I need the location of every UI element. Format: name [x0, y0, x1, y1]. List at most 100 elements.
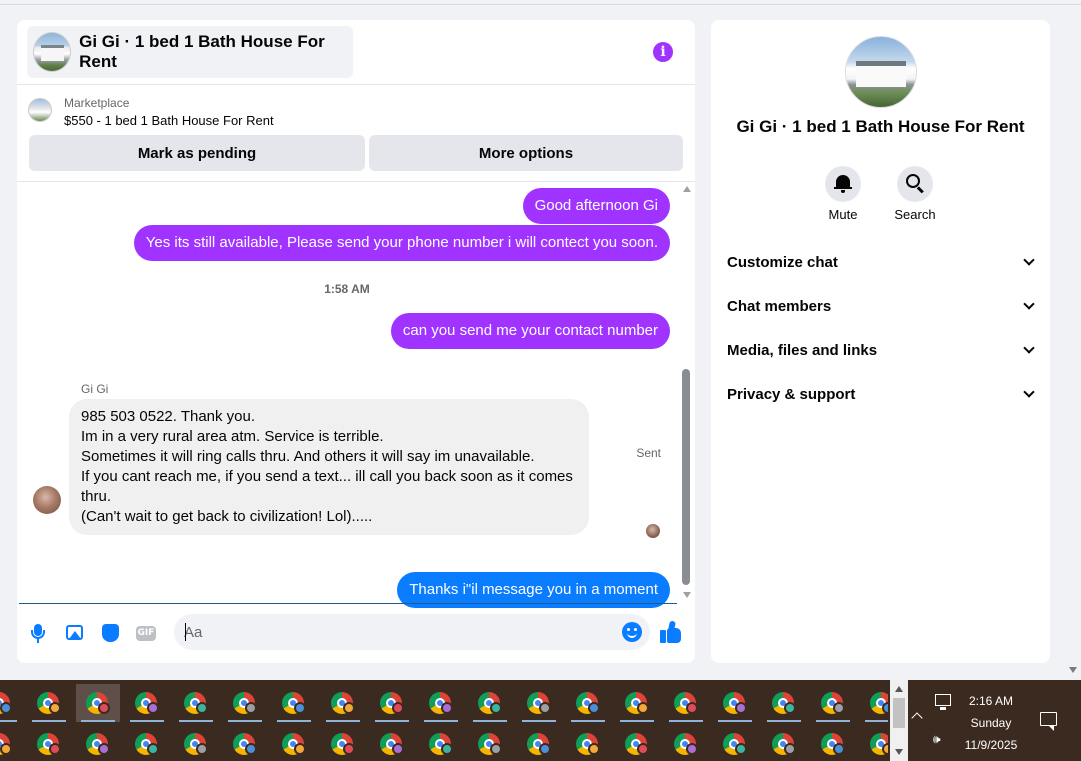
profile-badge-icon: [490, 702, 502, 714]
show-hidden-icons-icon[interactable]: [911, 712, 923, 724]
taskbar-app-button[interactable]: [664, 684, 708, 722]
system-clock[interactable]: 2:16 AM Sunday 11/9/2025: [955, 690, 1027, 756]
notifications-icon[interactable]: [1040, 712, 1057, 731]
profile-badge-icon: [49, 702, 61, 714]
page-scroll-down-arrow[interactable]: [1069, 667, 1077, 673]
profile-badge-icon: [441, 702, 453, 714]
taskbar-app-button[interactable]: [321, 725, 365, 761]
taskbar-app-button[interactable]: [811, 684, 855, 722]
sender-avatar[interactable]: [33, 486, 61, 514]
taskbar-app-button[interactable]: [860, 725, 888, 761]
running-indicator: [32, 720, 66, 722]
taskbar-app-button[interactable]: [321, 684, 365, 722]
message-outgoing[interactable]: Yes its still available, Please send you…: [133, 225, 670, 261]
chat-header[interactable]: Gi Gi · 1 bed 1 Bath House For Rent: [27, 26, 353, 78]
scroll-up-arrow[interactable]: [895, 686, 903, 692]
taskbar-app-button[interactable]: [713, 684, 757, 722]
scroll-thumb[interactable]: [682, 369, 690, 585]
taskbar-app-button[interactable]: [370, 684, 414, 722]
volume-icon[interactable]: 🕪: [933, 732, 941, 747]
taskbar-app-button[interactable]: [713, 725, 757, 761]
taskbar-app-button[interactable]: [125, 684, 169, 722]
composer: GIF: [17, 614, 695, 654]
microphone-icon[interactable]: [27, 622, 49, 644]
scroll-down-arrow[interactable]: [683, 592, 691, 598]
running-indicator: [767, 720, 801, 722]
taskbar-app-button[interactable]: [76, 725, 120, 761]
profile-badge-icon: [196, 743, 208, 755]
gif-icon[interactable]: GIF: [135, 622, 157, 644]
search-icon: [897, 166, 933, 202]
section-chat-members[interactable]: Chat members: [727, 294, 1037, 318]
details-avatar[interactable]: [845, 36, 917, 108]
photo-icon[interactable]: [63, 622, 85, 644]
taskbar-app-button[interactable]: [468, 684, 512, 722]
marketplace-listing[interactable]: Marketplace $550 - 1 bed 1 Bath House Fo…: [28, 96, 274, 128]
marketplace-label: Marketplace: [64, 96, 130, 110]
taskbar-app-button[interactable]: [125, 725, 169, 761]
taskbar-app-button[interactable]: [615, 684, 659, 722]
taskbar-app-button[interactable]: [76, 684, 120, 722]
taskbar-app-button[interactable]: [0, 725, 22, 761]
taskbar-scrollbar[interactable]: [890, 680, 908, 761]
taskbar-app-button[interactable]: [517, 684, 561, 722]
scroll-thumb[interactable]: [893, 698, 905, 728]
network-icon[interactable]: [935, 694, 951, 710]
taskbar-app-button[interactable]: [762, 684, 806, 722]
profile-badge-icon: [784, 702, 796, 714]
thumbs-up-icon[interactable]: [660, 620, 686, 646]
message-outgoing[interactable]: can you send me your contact number: [390, 313, 670, 349]
taskbar-app-button[interactable]: [27, 684, 71, 722]
running-indicator: [669, 720, 703, 722]
taskbar-app-button[interactable]: [174, 684, 218, 722]
section-privacy-support[interactable]: Privacy & support: [727, 382, 1037, 406]
message-incoming[interactable]: 985 503 0522. Thank you. Im in a very ru…: [69, 399, 589, 535]
taskbar-app-button[interactable]: [566, 725, 610, 761]
taskbar-app-button[interactable]: [27, 725, 71, 761]
running-indicator: [865, 720, 888, 722]
taskbar-app-button[interactable]: [762, 725, 806, 761]
taskbar-app-button[interactable]: [811, 725, 855, 761]
mute-button[interactable]: Mute: [813, 166, 873, 222]
taskbar-app-button[interactable]: [860, 684, 888, 722]
taskbar-app-button[interactable]: [223, 725, 267, 761]
running-indicator: [130, 720, 164, 722]
section-customize-chat[interactable]: Customize chat: [727, 250, 1037, 274]
taskbar-app-button[interactable]: [272, 725, 316, 761]
taskbar-app-button[interactable]: [517, 725, 561, 761]
message-input[interactable]: [184, 614, 604, 650]
more-options-button[interactable]: More options: [369, 135, 683, 171]
taskbar-app-button[interactable]: [664, 725, 708, 761]
profile-badge-icon: [294, 702, 306, 714]
profile-badge-icon: [0, 702, 12, 714]
text-caret: [185, 623, 186, 641]
taskbar-app-button[interactable]: [615, 725, 659, 761]
taskbar-app-button[interactable]: [272, 684, 316, 722]
header-divider: [17, 84, 695, 85]
emoji-icon[interactable]: [622, 622, 642, 642]
taskbar-app-button[interactable]: [419, 684, 463, 722]
search-button[interactable]: Search: [885, 166, 945, 222]
running-indicator: [718, 720, 752, 722]
taskbar-app-button[interactable]: [419, 725, 463, 761]
scroll-down-arrow[interactable]: [895, 749, 903, 755]
taskbar-app-button[interactable]: [174, 725, 218, 761]
mark-as-pending-button[interactable]: Mark as pending: [29, 135, 365, 171]
message-scrollbar[interactable]: [681, 182, 693, 606]
details-panel: Gi Gi · 1 bed 1 Bath House For Rent Mute…: [711, 20, 1050, 663]
profile-badge-icon: [294, 743, 306, 755]
taskbar-app-button[interactable]: [370, 725, 414, 761]
taskbar-app-button[interactable]: [0, 684, 22, 722]
info-icon[interactable]: i: [653, 42, 673, 62]
sticker-icon[interactable]: [99, 622, 121, 644]
section-media-files-links[interactable]: Media, files and links: [727, 338, 1037, 362]
profile-badge-icon: [0, 743, 12, 755]
profile-badge-icon: [539, 743, 551, 755]
message-outgoing[interactable]: Good afternoon Gi: [522, 188, 670, 224]
taskbar-app-button[interactable]: [566, 684, 610, 722]
taskbar-app-button[interactable]: [468, 725, 512, 761]
profile-badge-icon: [245, 743, 257, 755]
scroll-up-arrow[interactable]: [683, 186, 691, 192]
taskbar-app-button[interactable]: [223, 684, 267, 722]
running-indicator: [179, 720, 213, 722]
